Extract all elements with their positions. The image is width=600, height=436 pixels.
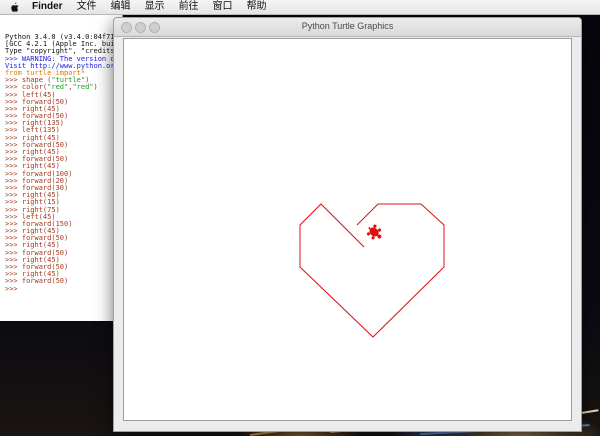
window-title: Python Turtle Graphics <box>301 21 394 31</box>
turtle-graphics-window: Python Turtle Graphics <box>113 17 582 432</box>
heart-drawing-icon <box>299 203 445 338</box>
window-titlebar[interactable]: Python Turtle Graphics <box>114 18 581 37</box>
menu-item-window[interactable]: 窗口 <box>213 0 233 14</box>
menu-item-help[interactable]: 帮助 <box>247 0 267 14</box>
menu-item-edit[interactable]: 编辑 <box>111 0 131 14</box>
turtle-canvas[interactable] <box>123 38 572 421</box>
shell-line: >>> <box>5 284 18 293</box>
menu-item-file[interactable]: 文件 <box>77 0 97 14</box>
menu-bar: Finder 文件 编辑 显示 前往 窗口 帮助 <box>0 0 600 15</box>
vertical-scrollbar[interactable] <box>573 38 579 421</box>
turtle-icon <box>366 224 382 240</box>
menu-item-view[interactable]: 显示 <box>145 0 165 14</box>
menu-item-go[interactable]: 前往 <box>179 0 199 14</box>
heart-outline <box>299 203 445 338</box>
python-shell-window[interactable]: Python 3.4.0 (v3.4.0:04f714765 [GCC 4.2.1… <box>0 15 123 321</box>
horizontal-scrollbar[interactable] <box>123 422 572 429</box>
apple-logo-icon[interactable] <box>10 1 20 13</box>
shell-line: >>> forward(50) <box>5 277 69 286</box>
menu-app-name[interactable]: Finder <box>32 0 63 14</box>
shell-output[interactable]: Python 3.4.0 (v3.4.0:04f714765 [GCC 4.2.1… <box>5 33 122 293</box>
